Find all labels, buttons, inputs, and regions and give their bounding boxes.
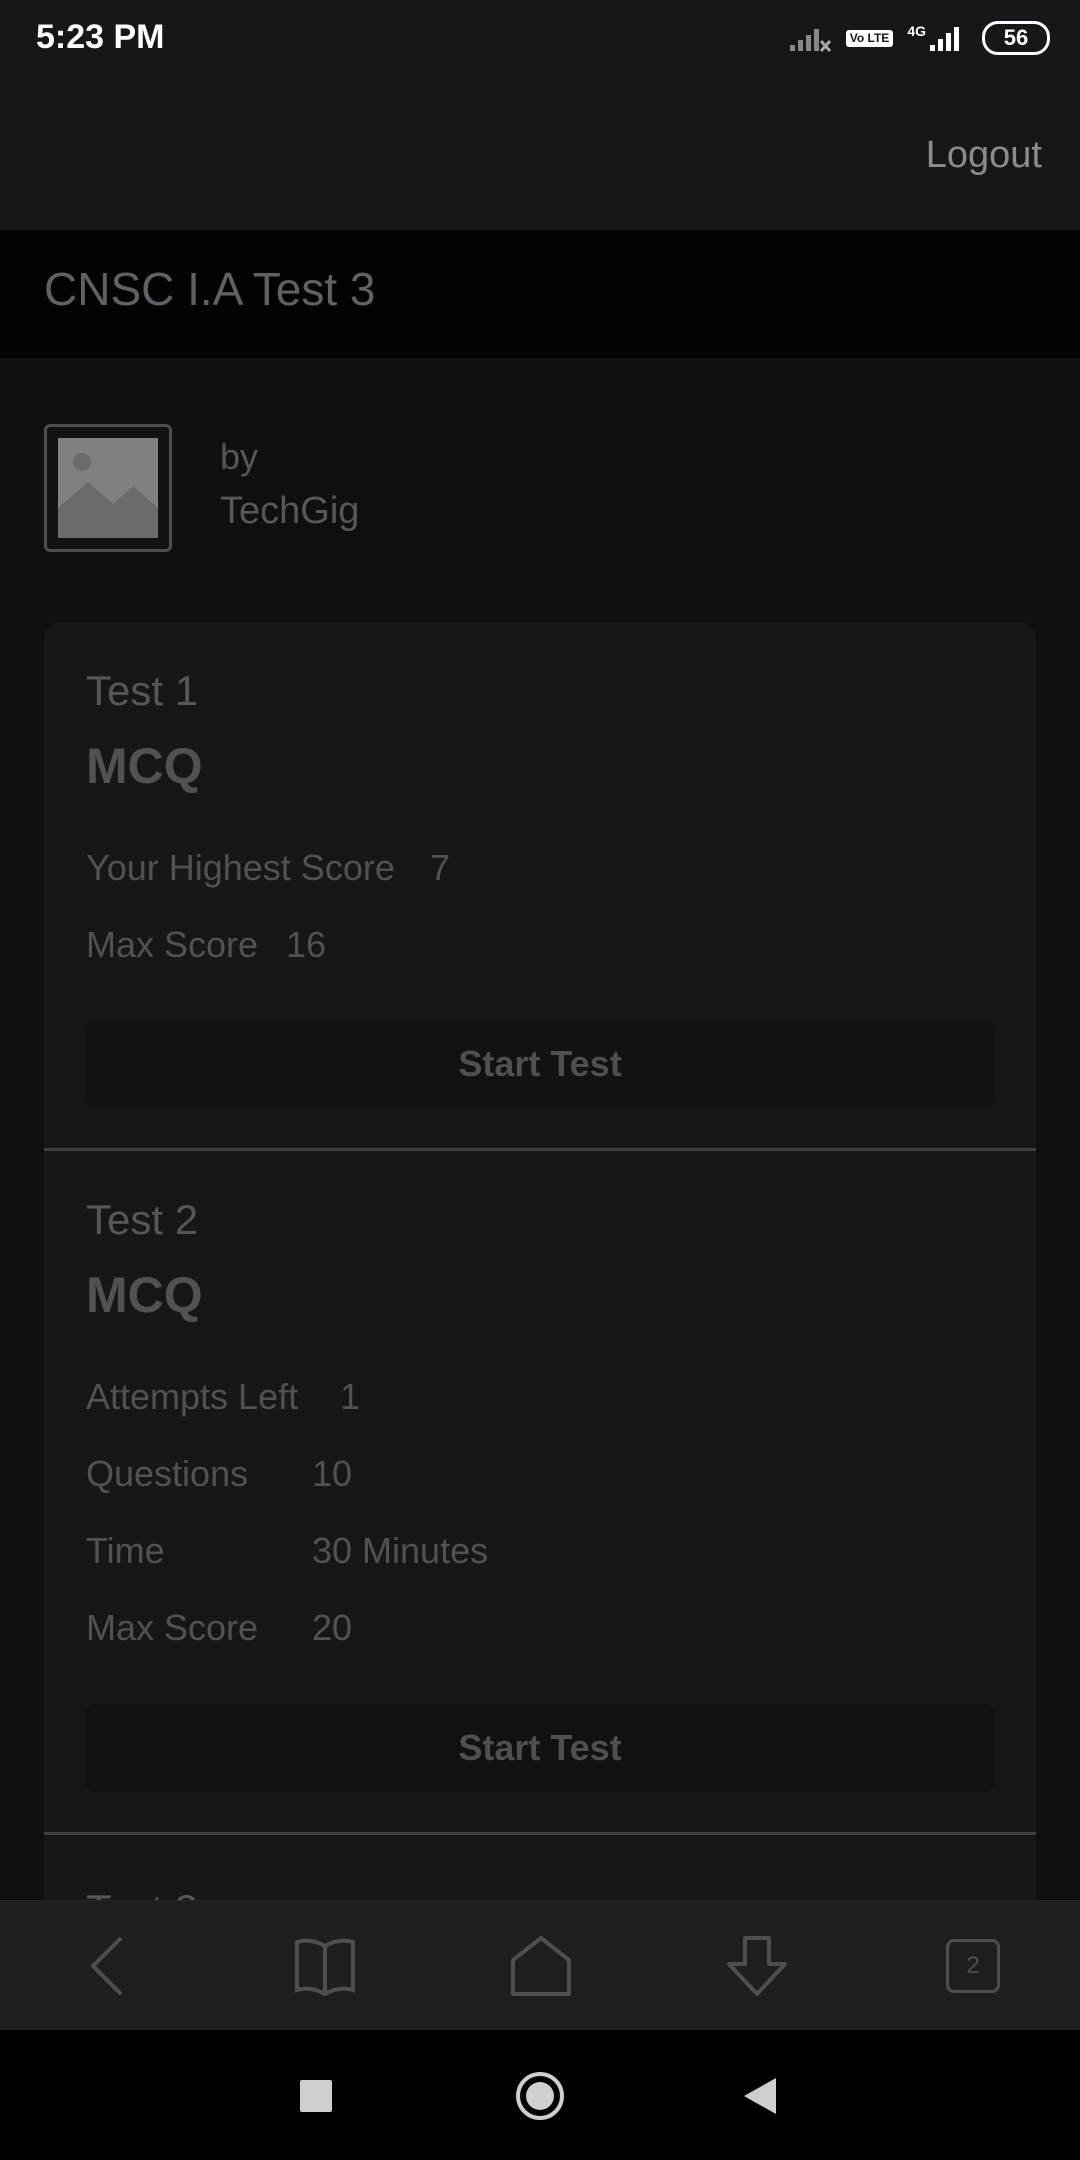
volte-icon: Vo LTE bbox=[845, 29, 894, 47]
max-score-value: 20 bbox=[312, 1607, 353, 1648]
app-header: Logout bbox=[0, 78, 1080, 230]
download-button[interactable] bbox=[722, 1931, 792, 2001]
test-section-2: Test 2 MCQ Attempts Left 1 Questions 10 … bbox=[44, 1152, 1036, 1832]
divider bbox=[44, 1832, 1036, 1835]
network-4g-icon: 4G bbox=[907, 23, 968, 53]
tabs-button[interactable]: 2 bbox=[938, 1931, 1008, 2001]
home-circle-icon bbox=[516, 2072, 564, 2120]
status-icons: Vo LTE 4G 56 bbox=[788, 16, 1050, 60]
highest-score-label: Your Highest Score bbox=[86, 847, 395, 888]
by-label: by bbox=[220, 436, 259, 477]
battery-icon: 56 bbox=[982, 21, 1050, 55]
test-section-3: Test 3 bbox=[44, 1836, 1036, 1902]
publisher-name[interactable]: TechGig bbox=[220, 490, 359, 533]
tests-card: Test 1 MCQ Your Highest Score 7 Max Scor… bbox=[44, 622, 1036, 1902]
status-bar: 5:23 PM Vo LTE 4G 56 bbox=[0, 0, 1080, 78]
recents-button[interactable] bbox=[286, 2066, 346, 2126]
bookmarks-icon bbox=[295, 1938, 355, 1996]
time-label: Time bbox=[86, 1530, 165, 1571]
test-type: MCQ bbox=[86, 1267, 203, 1323]
max-score-value: 16 bbox=[286, 924, 327, 965]
back-button[interactable] bbox=[72, 1931, 142, 2001]
download-icon bbox=[727, 1936, 787, 1996]
publisher-info: by TechGig bbox=[44, 424, 944, 556]
logout-link[interactable]: Logout bbox=[926, 134, 1042, 177]
page-title: CNSC I.A Test 3 bbox=[44, 263, 376, 315]
questions-value: 10 bbox=[312, 1453, 353, 1494]
system-back-button[interactable] bbox=[730, 2066, 790, 2126]
time-value: 30 Minutes bbox=[312, 1530, 489, 1571]
home-icon bbox=[511, 1936, 571, 1996]
system-home-button[interactable] bbox=[510, 2066, 570, 2126]
browser-toolbar: 2 bbox=[0, 1900, 1080, 2031]
title-bar: CNSC I.A Test 3 bbox=[0, 230, 1080, 358]
no-signal-icon bbox=[789, 29, 831, 53]
status-time: 5:23 PM bbox=[36, 18, 165, 56]
start-test-button[interactable]: Start Test bbox=[86, 1704, 994, 1792]
max-score-label: Max Score bbox=[86, 1607, 259, 1648]
test-section-1: Test 1 MCQ Your Highest Score 7 Max Scor… bbox=[44, 622, 1036, 1152]
highest-score-value: 7 bbox=[430, 847, 451, 888]
attempts-left-label: Attempts Left bbox=[86, 1376, 299, 1417]
divider bbox=[44, 1148, 1036, 1151]
back-triangle-icon bbox=[744, 2078, 776, 2114]
attempts-left-value: 1 bbox=[340, 1376, 361, 1417]
network-label: 4G bbox=[907, 23, 926, 39]
start-test-button[interactable]: Start Test bbox=[86, 1020, 994, 1108]
test-type: MCQ bbox=[86, 738, 203, 794]
test-number: Test 2 bbox=[86, 1196, 199, 1243]
image-placeholder-icon bbox=[58, 438, 158, 538]
home-button[interactable] bbox=[506, 1931, 576, 2001]
max-score-label: Max Score bbox=[86, 924, 259, 965]
test-number: Test 1 bbox=[86, 667, 199, 714]
tabs-icon: 2 bbox=[946, 1939, 1000, 1993]
back-icon bbox=[90, 1936, 123, 1996]
system-nav-bar bbox=[0, 2030, 1080, 2160]
questions-label: Questions bbox=[86, 1453, 249, 1494]
publisher-avatar bbox=[44, 424, 172, 552]
bookmarks-button[interactable] bbox=[290, 1931, 360, 2001]
recents-icon bbox=[300, 2080, 332, 2112]
